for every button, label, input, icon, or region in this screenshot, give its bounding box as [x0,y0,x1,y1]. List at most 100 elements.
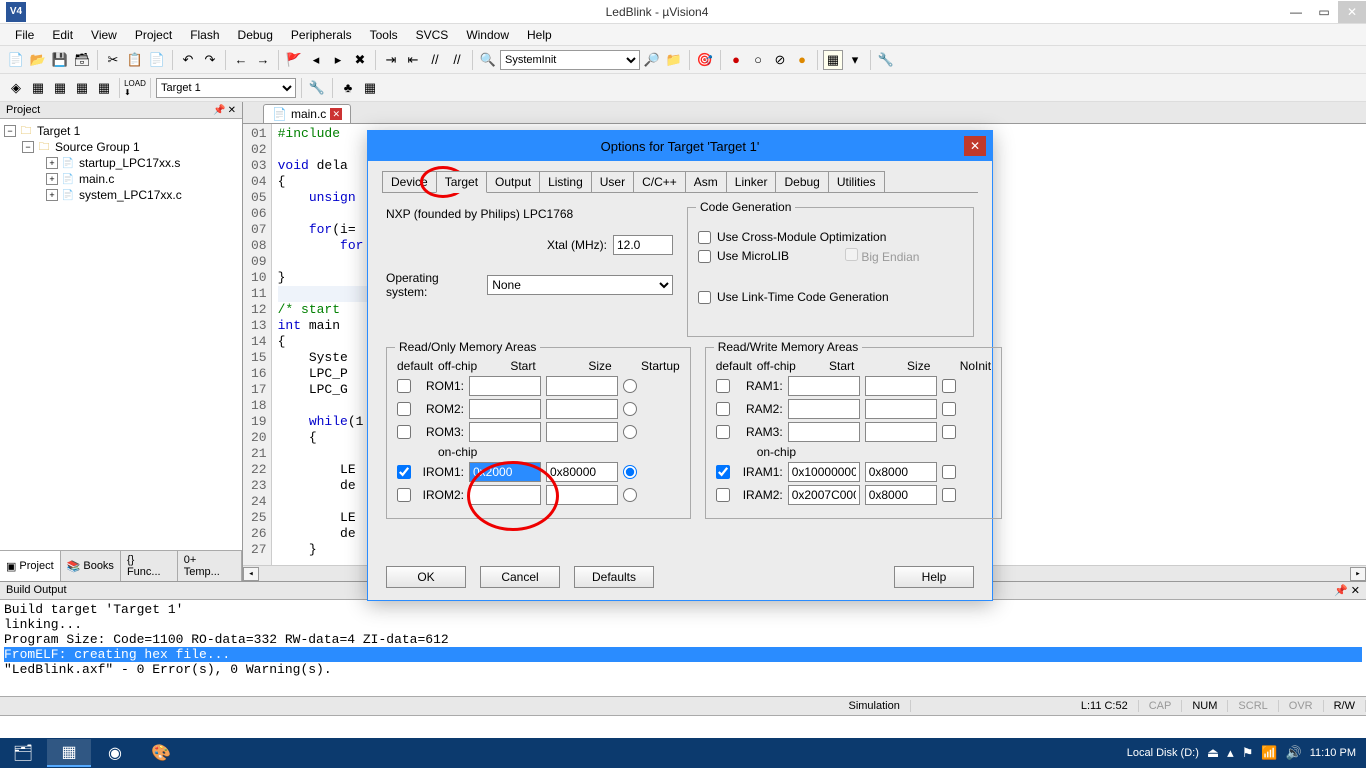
redo-icon[interactable]: ↷ [200,50,220,70]
ram1-default-checkbox[interactable] [716,379,730,393]
close-panel-icon[interactable]: ✕ [1351,585,1360,597]
nav-fwd-icon[interactable]: → [253,50,273,70]
irom1-startup-radio[interactable] [623,465,637,479]
menu-flash[interactable]: Flash [181,26,228,44]
help-button[interactable]: Help [894,566,974,588]
ram2-size[interactable] [865,399,937,419]
open-icon[interactable]: 📂 [28,50,48,70]
menu-help[interactable]: Help [518,26,561,44]
code-content[interactable]: #include void dela { unsign for(i= for }… [272,124,378,581]
dialog-titlebar[interactable]: Options for Target 'Target 1' ✕ [368,131,992,161]
ram2-noinit-checkbox[interactable] [942,402,956,416]
eject-icon[interactable]: ⏏ [1207,745,1219,761]
tab-functions[interactable]: {} Func... [121,551,178,581]
rom1-size[interactable] [546,376,618,396]
tab-output[interactable]: Output [486,171,540,192]
pin-icon[interactable]: 📌 [1334,585,1348,597]
volume-icon[interactable]: 🔊 [1286,745,1302,761]
manage-icon[interactable]: ♣ [338,78,358,98]
menu-debug[interactable]: Debug [229,26,282,44]
tab-project[interactable]: ▣ Project [0,551,61,581]
ram1-start[interactable] [788,376,860,396]
ram1-size[interactable] [865,376,937,396]
network-icon[interactable]: 📶 [1261,745,1277,761]
collapse-icon[interactable]: − [4,125,16,137]
breakpoint-list-icon[interactable]: ● [792,50,812,70]
tray-up-icon[interactable]: ▴ [1227,745,1234,761]
configure-icon[interactable]: 🔧 [876,50,896,70]
paint-icon[interactable]: 🎨 [139,739,183,767]
irom1-start[interactable] [469,462,541,482]
menu-peripherals[interactable]: Peripherals [282,26,361,44]
copy-icon[interactable]: 📋 [125,50,145,70]
build-icon[interactable]: ▦ [28,78,48,98]
project-tree[interactable]: − 🗀 Target 1 − 🗀 Source Group 1 + 📄 star… [0,119,242,550]
irom2-startup-radio[interactable] [623,488,637,502]
bookmark-clear-icon[interactable]: ✖ [350,50,370,70]
tab-templates[interactable]: 0+ Temp... [178,551,242,581]
menu-edit[interactable]: Edit [43,26,82,44]
tab-linker[interactable]: Linker [726,171,777,192]
indent-icon[interactable]: ⇥ [381,50,401,70]
menu-file[interactable]: File [6,26,43,44]
irom1-default-checkbox[interactable] [397,465,411,479]
iram2-default-checkbox[interactable] [716,488,730,502]
close-panel-icon[interactable]: ✕ [228,105,236,116]
save-icon[interactable]: 💾 [50,50,70,70]
target-combo[interactable]: Target 1 [156,78,296,98]
file-ext-icon[interactable]: ▦ [360,78,380,98]
iram1-default-checkbox[interactable] [716,465,730,479]
iram1-noinit-checkbox[interactable] [942,465,956,479]
menu-tools[interactable]: Tools [361,26,407,44]
rom1-start[interactable] [469,376,541,396]
rom3-size[interactable] [546,422,618,442]
ram2-default-checkbox[interactable] [716,402,730,416]
close-tab-icon[interactable]: ✕ [330,108,342,120]
new-icon[interactable]: 📄 [6,50,26,70]
ram3-noinit-checkbox[interactable] [942,425,956,439]
iram2-noinit-checkbox[interactable] [942,488,956,502]
cut-icon[interactable]: ✂ [103,50,123,70]
rom1-default-checkbox[interactable] [397,379,411,393]
comment-icon[interactable]: // [425,50,445,70]
tab-listing[interactable]: Listing [539,171,592,192]
tree-group[interactable]: − 🗀 Source Group 1 [2,139,240,155]
expand-icon[interactable]: + [46,173,58,185]
find-next-icon[interactable]: 🔎 [642,50,662,70]
close-button[interactable]: ✕ [1338,1,1366,23]
collapse-icon[interactable]: − [22,141,34,153]
translate-icon[interactable]: ◈ [6,78,26,98]
irom2-default-checkbox[interactable] [397,488,411,502]
menu-view[interactable]: View [82,26,126,44]
rom2-default-checkbox[interactable] [397,402,411,416]
rom2-start[interactable] [469,399,541,419]
bookmark-next-icon[interactable]: ▸ [328,50,348,70]
tab-debug[interactable]: Debug [775,171,828,192]
menu-project[interactable]: Project [126,26,181,44]
dialog-close-button[interactable]: ✕ [964,136,986,156]
rom1-startup-radio[interactable] [623,379,637,393]
cancel-button[interactable]: Cancel [480,566,560,588]
clock[interactable]: 11:10 PM [1310,747,1356,759]
find-files-icon[interactable]: 📁 [664,50,684,70]
outdent-icon[interactable]: ⇤ [403,50,423,70]
uvision-taskbar-icon[interactable]: ▦ [47,739,91,767]
irom2-start[interactable] [469,485,541,505]
minimize-button[interactable]: — [1282,1,1310,23]
ram2-start[interactable] [788,399,860,419]
xtal-input[interactable] [613,235,673,255]
undo-icon[interactable]: ↶ [178,50,198,70]
save-all-icon[interactable]: 🗃 [72,50,92,70]
maximize-button[interactable]: ▭ [1310,1,1338,23]
iram1-start[interactable] [788,462,860,482]
bookmark-prev-icon[interactable]: ◂ [306,50,326,70]
debug-icon[interactable]: 🎯 [695,50,715,70]
tab-target[interactable]: Target [436,171,487,193]
build-output[interactable]: Build target 'Target 1'linking...Program… [0,600,1366,696]
iram1-size[interactable] [865,462,937,482]
paste-icon[interactable]: 📄 [147,50,167,70]
tab-ccpp[interactable]: C/C++ [633,171,686,192]
expand-icon[interactable]: + [46,189,58,201]
disk-label[interactable]: Local Disk (D:) [1127,747,1199,759]
find-icon[interactable]: 🔍 [478,50,498,70]
